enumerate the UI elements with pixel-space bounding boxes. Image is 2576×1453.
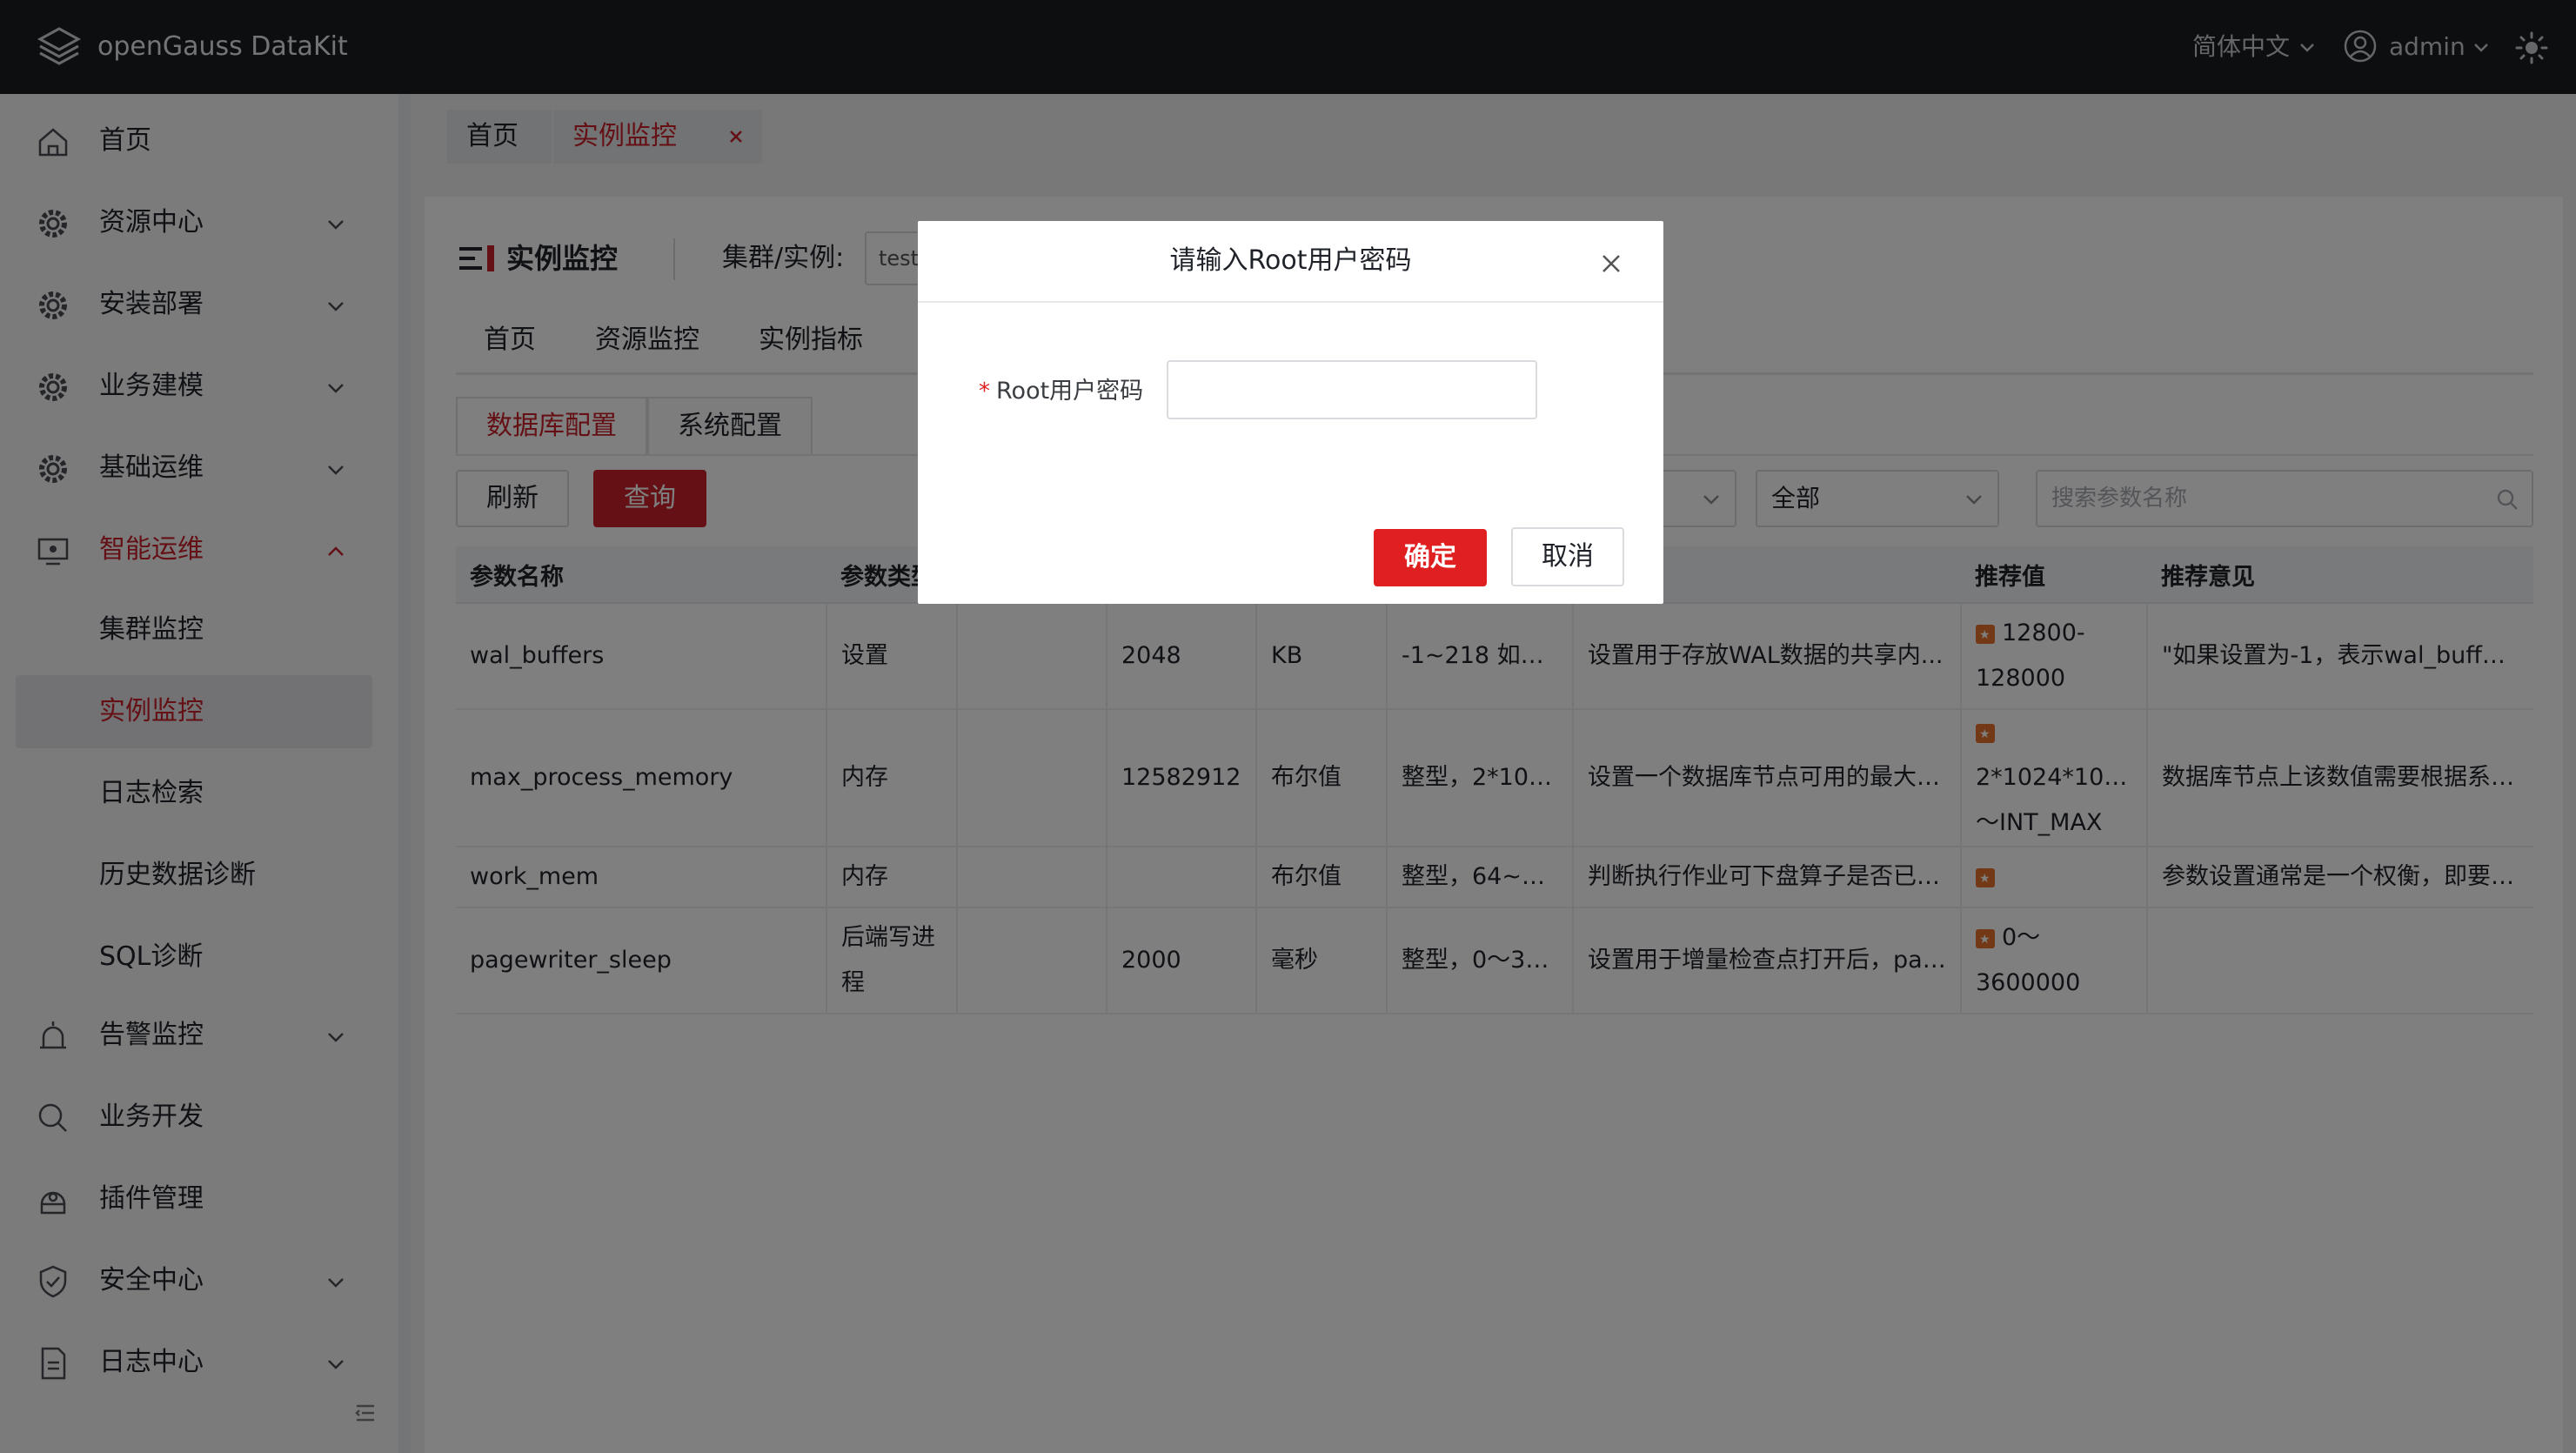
dialog-divider: [918, 301, 1663, 303]
close-icon[interactable]: [1600, 252, 1623, 275]
cancel-button[interactable]: 取消: [1511, 527, 1624, 586]
root-password-dialog: 请输入Root用户密码 * Root用户密码 确定 取消: [918, 221, 1663, 604]
password-label: Root用户密码: [996, 378, 1144, 405]
confirm-button[interactable]: 确定: [1374, 529, 1487, 586]
modal-overlay[interactable]: [0, 0, 2576, 1453]
dialog-title: 请输入Root用户密码: [1169, 245, 1412, 276]
root-password-input[interactable]: [1167, 360, 1537, 419]
required-mark: *: [979, 378, 990, 405]
